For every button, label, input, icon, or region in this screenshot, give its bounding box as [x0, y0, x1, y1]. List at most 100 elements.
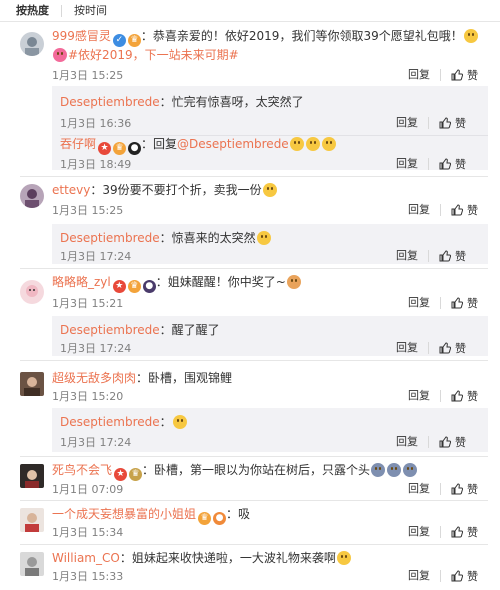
- reply-button[interactable]: 回复: [408, 297, 441, 309]
- like-label: 赞: [467, 526, 478, 539]
- comment-item: 999感冒灵 ✓ ♛ ：恭喜亲爱的！依好2019，我们等你领取39个愿望礼包哦！#依好…: [0, 26, 500, 177]
- avatar[interactable]: [20, 464, 44, 488]
- reply-username-link[interactable]: Deseptiembrede: [60, 415, 160, 429]
- reply-button[interactable]: 回复: [408, 483, 441, 495]
- reply-button[interactable]: 回复: [396, 117, 429, 129]
- reply-button[interactable]: 回复: [396, 158, 429, 170]
- verified-icon: ✓: [112, 34, 126, 47]
- reply-meta: 1月3日 17:24 回复 赞: [60, 434, 488, 450]
- avatar[interactable]: [20, 552, 44, 576]
- fan-badge-icon: ●: [142, 280, 156, 293]
- reply-username-link[interactable]: Deseptiembrede: [60, 95, 160, 109]
- comment-body: ：39份要不要打个折，卖我一份: [90, 183, 262, 197]
- like-label: 赞: [455, 250, 466, 263]
- reply-actions: 回复 赞: [396, 115, 466, 131]
- comment-time: 1月1日 07:09: [52, 483, 124, 496]
- comment-time: 1月3日 15:33: [52, 570, 124, 583]
- comment-divider: [20, 268, 488, 269]
- panda-icon: ●: [128, 142, 142, 155]
- reply-button[interactable]: 回复: [408, 204, 441, 216]
- reply-username-link[interactable]: Deseptiembrede: [60, 323, 160, 337]
- like-button[interactable]: 赞: [451, 568, 478, 584]
- reply-button[interactable]: 回复: [396, 250, 429, 262]
- like-button[interactable]: 赞: [451, 295, 478, 311]
- username-link[interactable]: ettevy: [52, 183, 90, 197]
- comment-actions: 回复 赞: [408, 202, 478, 218]
- avatar[interactable]: [20, 184, 44, 208]
- like-button[interactable]: 赞: [451, 524, 478, 540]
- like-button[interactable]: 赞: [439, 156, 466, 172]
- comment-body: ：吸: [226, 507, 251, 521]
- reply-button[interactable]: 回复: [408, 526, 441, 538]
- comment-text: 999感冒灵 ✓ ♛ ：恭喜亲爱的！依好2019，我们等你领取39个愿望礼包哦！ #依好…: [52, 28, 488, 64]
- like-label: 赞: [467, 69, 478, 82]
- like-button[interactable]: 赞: [451, 202, 478, 218]
- reply-actions: 回复 赞: [396, 248, 466, 264]
- comment-divider: [20, 176, 488, 177]
- reply-button[interactable]: 回复: [396, 342, 429, 354]
- reply-time: 1月3日 18:49: [60, 158, 132, 171]
- like-label: 赞: [467, 297, 478, 310]
- comment-time: 1月3日 15:34: [52, 526, 124, 539]
- thumb-up-icon: [451, 297, 463, 309]
- reply-actions: 回复 赞: [396, 156, 466, 172]
- username-link[interactable]: 超级无敌多肉肉: [52, 371, 136, 385]
- like-button[interactable]: 赞: [439, 248, 466, 264]
- username-link[interactable]: 略略略_zyl: [52, 275, 111, 289]
- like-label: 赞: [455, 158, 466, 171]
- reply-item: Deseptiembrede：醒了醒了 1月3日 17:24 回复 赞: [60, 322, 488, 356]
- topic-link[interactable]: #依好2019，下一站未来可期#: [68, 48, 239, 62]
- like-label: 赞: [455, 117, 466, 130]
- comment-item: 一个成天妄想暴富的小姐姐 ♛ ● ：吸 1月3日 15:34 回复 赞: [0, 504, 500, 545]
- comment-body: ：卧槽，围观锦鲤: [136, 371, 233, 385]
- avatar[interactable]: [20, 508, 44, 532]
- username-link[interactable]: 999感冒灵: [52, 29, 111, 43]
- comment-meta: 1月3日 15:25 回复 赞: [52, 67, 500, 83]
- scared-emoji-icon: [387, 463, 402, 477]
- like-button[interactable]: 赞: [439, 340, 466, 356]
- reply-username-link[interactable]: Deseptiembrede: [60, 231, 160, 245]
- comment-text: ettevy：39份要不要打个折，卖我一份: [52, 182, 488, 199]
- reply-text: Deseptiembrede：醒了醒了: [60, 322, 478, 339]
- like-label: 赞: [467, 570, 478, 583]
- like-button[interactable]: 赞: [439, 115, 466, 131]
- sort-by-hot-tab[interactable]: 按热度: [4, 0, 61, 22]
- reply-button[interactable]: 回复: [396, 436, 429, 448]
- avatar[interactable]: [20, 32, 44, 56]
- comment-meta: 1月3日 15:34 回复 赞: [52, 524, 500, 540]
- thumb-up-icon: [451, 570, 463, 582]
- reply-username-link[interactable]: 吞仔啊: [60, 137, 96, 151]
- avatar[interactable]: [20, 280, 44, 304]
- reply-box: Deseptiembrede： 1月3日 17:24 回复 赞: [52, 408, 488, 452]
- reply-meta: 1月3日 17:24 回复 赞: [60, 340, 488, 356]
- reply-actions: 回复 赞: [396, 434, 466, 450]
- like-label: 赞: [455, 342, 466, 355]
- scared-emoji-icon: [403, 463, 418, 477]
- thumb-up-icon: [451, 526, 463, 538]
- reply-button[interactable]: 回复: [408, 69, 441, 81]
- username-link[interactable]: 一个成天妄想暴富的小姐姐: [52, 507, 196, 521]
- surprised-emoji-icon: [172, 415, 187, 429]
- vip-icon: ♛: [127, 280, 141, 293]
- comment-body: ：恭喜亲爱的！依好2019，我们等你领取39个愿望礼包哦！: [140, 29, 463, 43]
- reply-button[interactable]: 回复: [408, 570, 441, 582]
- like-button[interactable]: 赞: [451, 388, 478, 404]
- reply-item: Deseptiembrede： 1月3日 17:24 回复 赞: [60, 414, 488, 450]
- medal-icon: ♛: [129, 468, 143, 481]
- mention-link[interactable]: @Deseptiembrede: [177, 137, 289, 151]
- reply-text: Deseptiembrede：惊喜来的太突然: [60, 230, 478, 247]
- like-button[interactable]: 赞: [451, 481, 478, 497]
- comment-actions: 回复 赞: [408, 481, 478, 497]
- sort-by-time-tab[interactable]: 按时间: [62, 0, 119, 22]
- username-link[interactable]: William_CO: [52, 551, 120, 565]
- comment-time: 1月3日 15:20: [52, 390, 124, 403]
- like-button[interactable]: 赞: [439, 434, 466, 450]
- reply-button[interactable]: 回复: [408, 390, 441, 402]
- reply-text: Deseptiembrede：忙完有惊喜呀，太突然了: [60, 94, 478, 111]
- reply-body: ：忙完有惊喜呀，太突然了: [159, 95, 304, 109]
- avatar[interactable]: [20, 372, 44, 396]
- username-link[interactable]: 死鸟不会飞: [52, 463, 112, 477]
- reply-item: Deseptiembrede：惊喜来的太突然 1月3日 17:24 回复 赞: [60, 230, 488, 264]
- comment-time: 1月3日 15:21: [52, 297, 124, 310]
- like-button[interactable]: 赞: [451, 67, 478, 83]
